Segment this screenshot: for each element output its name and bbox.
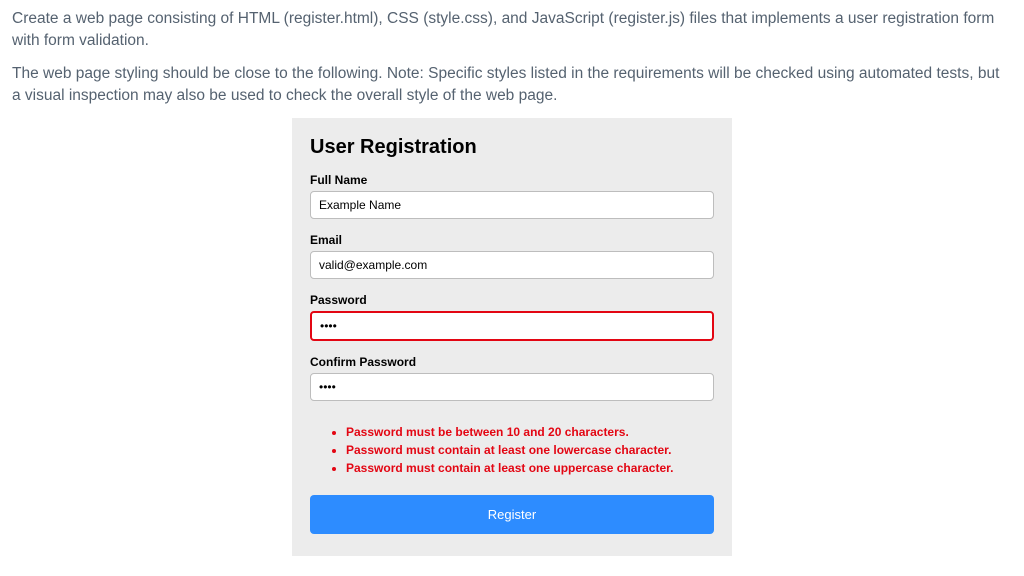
- form-title: User Registration: [310, 136, 714, 159]
- error-list: Password must be between 10 and 20 chara…: [320, 423, 714, 477]
- email-label: Email: [310, 233, 714, 247]
- full-name-label: Full Name: [310, 173, 714, 187]
- confirm-password-input[interactable]: [310, 373, 714, 401]
- form-wrapper: User Registration Full Name Email Passwo…: [12, 118, 1012, 556]
- full-name-input[interactable]: [310, 191, 714, 219]
- error-item: Password must be between 10 and 20 chara…: [346, 423, 714, 441]
- error-item: Password must contain at least one upper…: [346, 459, 714, 477]
- confirm-password-label: Confirm Password: [310, 355, 714, 369]
- error-item: Password must contain at least one lower…: [346, 441, 714, 459]
- instructions-paragraph-1: Create a web page consisting of HTML (re…: [12, 8, 1012, 53]
- password-label: Password: [310, 293, 714, 307]
- document-page: Create a web page consisting of HTML (re…: [0, 0, 1024, 576]
- register-button[interactable]: Register: [310, 495, 714, 534]
- password-input[interactable]: [310, 311, 714, 341]
- email-input[interactable]: [310, 251, 714, 279]
- instructions-paragraph-2: The web page styling should be close to …: [12, 63, 1012, 108]
- registration-form-card: User Registration Full Name Email Passwo…: [292, 118, 732, 556]
- instructions-block: Create a web page consisting of HTML (re…: [12, 8, 1012, 108]
